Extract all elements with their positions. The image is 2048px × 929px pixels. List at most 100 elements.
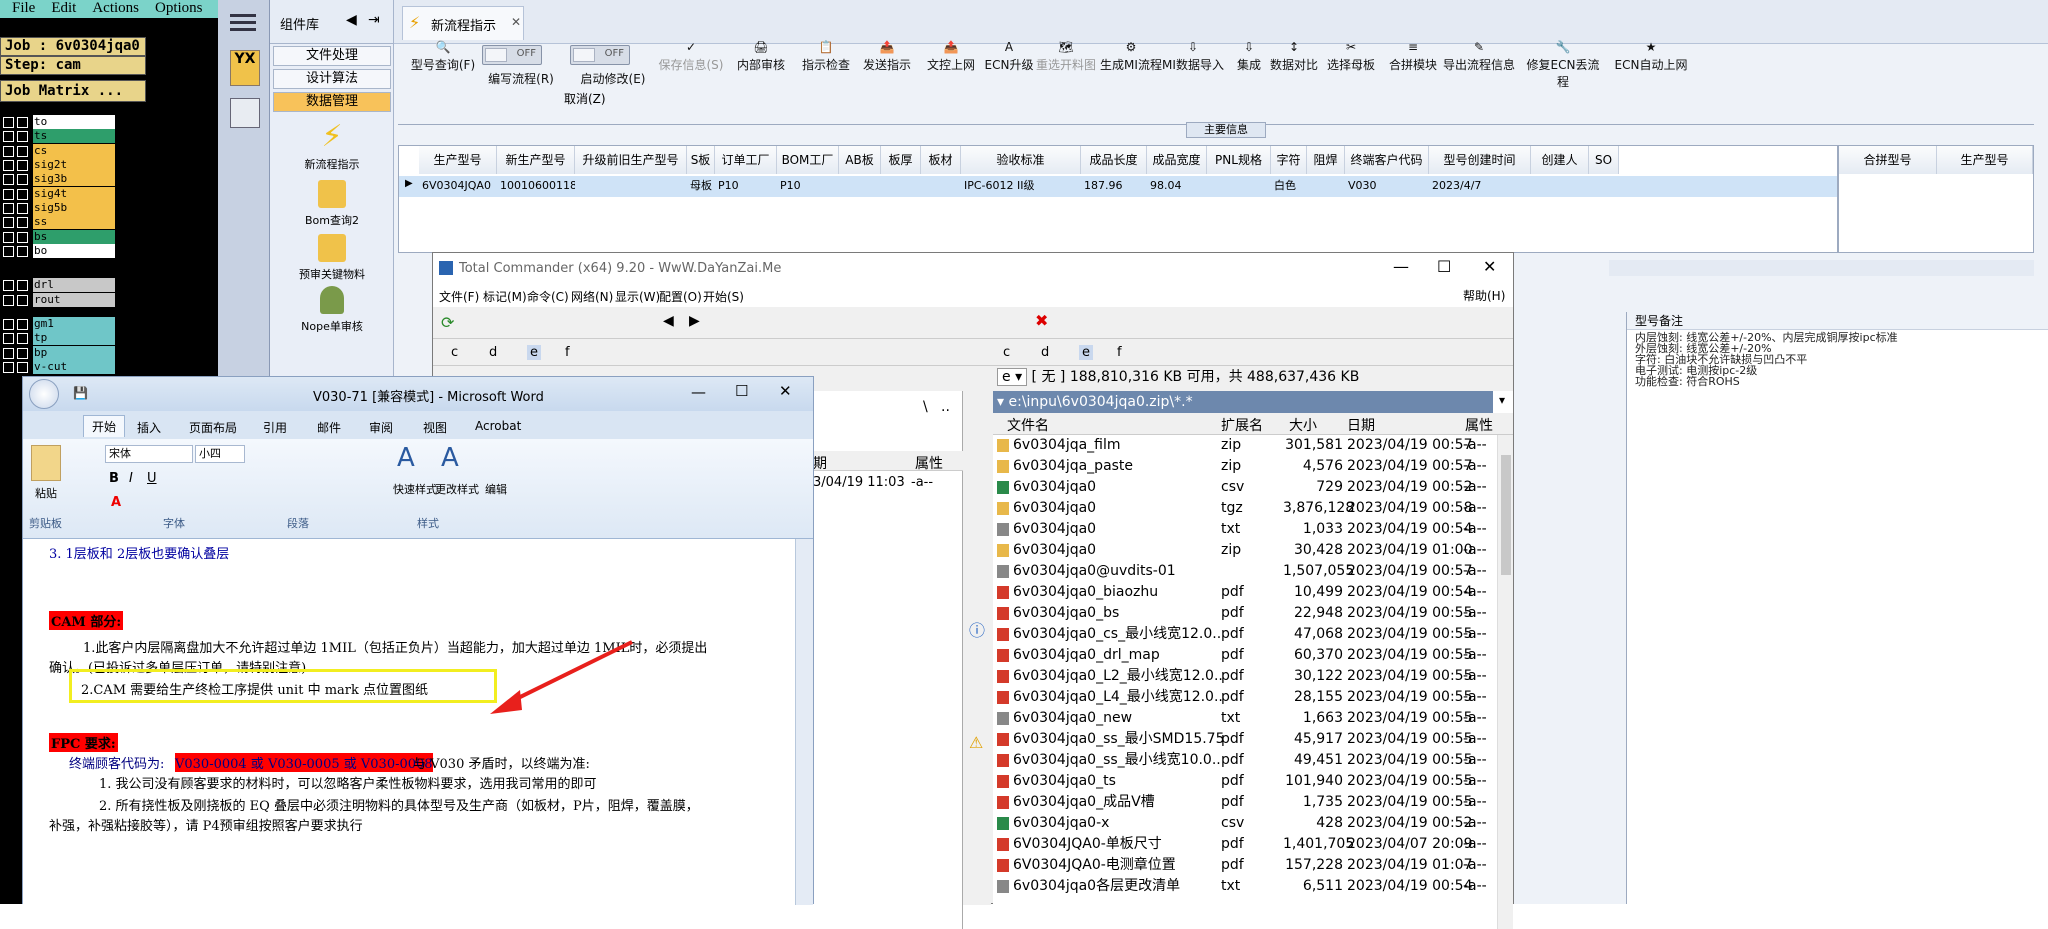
minimize-icon[interactable]: —	[691, 383, 706, 401]
hamburger-icon[interactable]	[230, 12, 256, 32]
tc-menu-item[interactable]: 开始(S)	[703, 288, 744, 305]
drive-button[interactable]: e	[1079, 345, 1093, 360]
layer-checkbox[interactable]	[3, 295, 14, 306]
layer-checkbox[interactable]	[17, 319, 28, 330]
side-item-design[interactable]: 设计算法	[273, 69, 391, 89]
layer-row[interactable]: sig3b	[0, 172, 118, 186]
layer-checkbox[interactable]	[3, 246, 14, 257]
underline-button[interactable]: U	[147, 471, 157, 486]
ribbon-button[interactable]: 🔍 型号查询(F)	[406, 38, 480, 73]
column-header[interactable]: 板厚	[881, 146, 921, 174]
font-color-button[interactable]: A	[111, 495, 121, 510]
tool-prereview[interactable]: 预审关键物料	[270, 234, 394, 282]
ribbon-button[interactable]: ≡ 合拼模块	[1376, 38, 1450, 73]
tc-menu-item[interactable]: 网络(N)	[571, 288, 613, 305]
layer-row[interactable]: sig5b	[0, 201, 118, 215]
drive-button[interactable]: f	[1117, 345, 1122, 360]
word-scrollbar[interactable]	[795, 539, 813, 905]
tool-nope-review[interactable]: Nope单审核	[270, 286, 394, 334]
warning-icon[interactable]: ⚠	[969, 733, 983, 752]
layer-checkbox[interactable]	[3, 174, 14, 185]
ribbon-button[interactable]: 🗺 重选开料图	[1029, 38, 1103, 73]
change-style-icon[interactable]: A	[441, 443, 467, 473]
close-icon[interactable]: ✕	[1483, 257, 1496, 276]
delete-icon[interactable]: ✖	[1035, 311, 1048, 330]
layer-checkbox[interactable]	[3, 232, 14, 243]
paste-icon[interactable]	[31, 445, 61, 481]
tc-menu-item[interactable]: 显示(W)	[615, 288, 660, 305]
file-row[interactable]: 6v0304jqa0_成品V槽 pdf 1,735 2023/04/19 00:55-…	[993, 792, 1513, 813]
layer-row[interactable]: sig4t	[0, 187, 118, 201]
merge-col-1[interactable]: 生产型号	[1937, 146, 2033, 174]
file-row[interactable]: 6v0304jqa0@uvdits-01 1,507,055 2023/04/19 …	[993, 561, 1513, 582]
column-header[interactable]: 升级前旧生产型号	[575, 146, 687, 174]
file-row[interactable]: 6v0304jqa_paste zip 4,576 2023/04/19 00:57-…	[993, 456, 1513, 477]
cancel-button[interactable]: 取消(Z)	[564, 90, 606, 107]
pin-icon[interactable]: ⇥	[368, 12, 380, 28]
ribbon-button[interactable]: ★ ECN自动上网	[1614, 38, 1688, 73]
column-header[interactable]: 阻焊	[1307, 146, 1345, 174]
layer-checkbox[interactable]	[17, 203, 28, 214]
word-document[interactable]: 3. 1层板和 2层板也要确认叠层 CAM 部分: 1.此客户内层隔离盘加大不允…	[23, 539, 795, 905]
tc-path-bar[interactable]: ▾ e:\inpu\6v0304jqa0.zip\*.*	[993, 391, 1493, 413]
file-row[interactable]: 6v0304jqa0 txt 1,033 2023/04/19 00:54 -a--	[993, 519, 1513, 540]
layer-checkbox[interactable]	[17, 362, 28, 373]
column-header[interactable]: BOM工厂	[777, 146, 839, 174]
layer-row[interactable]: drl	[0, 278, 118, 292]
word-tab[interactable]: 审阅	[369, 419, 393, 436]
drive-button[interactable]: c	[451, 345, 458, 360]
layer-row[interactable]: bp	[0, 346, 118, 360]
tc-menu-item[interactable]: 命令(C)	[527, 288, 569, 305]
column-header[interactable]: 订单工厂	[715, 146, 777, 174]
file-row[interactable]: 6v0304jqa0_cs_最小线宽12.0.. pdf 47,068 2023/04…	[993, 624, 1513, 645]
word-tab[interactable]: 页面布局	[189, 419, 237, 436]
layer-checkbox[interactable]	[3, 348, 14, 359]
column-header[interactable]: S板	[687, 146, 715, 174]
side-item-file[interactable]: 文件处理	[273, 46, 391, 66]
word-tab[interactable]: 引用	[263, 419, 287, 436]
save-icon[interactable]: 💾	[73, 386, 88, 400]
layer-checkbox[interactable]	[17, 146, 28, 157]
drive-button[interactable]: c	[1003, 345, 1010, 360]
refresh-icon[interactable]: ⟳	[441, 313, 454, 332]
collapse-icon[interactable]: ◀	[346, 12, 357, 28]
merge-col-0[interactable]: 合拼型号	[1839, 146, 1937, 174]
maximize-icon[interactable]: ☐	[1437, 257, 1451, 276]
layer-row[interactable]: sig2t	[0, 158, 118, 172]
drive-button[interactable]: d	[1041, 345, 1049, 360]
file-row[interactable]: 6V0304JQA0-单板尺寸 pdf 1,401,705 2023/04/07 20…	[993, 834, 1513, 855]
drive-button[interactable]: f	[565, 345, 570, 360]
word-tab[interactable]: 开始	[83, 415, 126, 437]
layer-checkbox[interactable]	[17, 117, 28, 128]
tc-column-header[interactable]: 文件名	[1007, 415, 1049, 435]
italic-button[interactable]: I	[129, 471, 133, 486]
ribbon-button[interactable]: 🖨 内部审核	[724, 38, 798, 73]
layer-checkbox[interactable]	[17, 246, 28, 257]
layer-checkbox[interactable]	[3, 217, 14, 228]
maximize-icon[interactable]: ☐	[735, 382, 748, 400]
layer-row[interactable]: ts	[0, 129, 118, 143]
layer-checkbox[interactable]	[3, 117, 14, 128]
file-row[interactable]: 6v0304jqa0_drl_map pdf 60,370 2023/04/19 00…	[993, 645, 1513, 666]
tc-menu-item[interactable]: 标记(M)	[483, 288, 527, 305]
close-icon[interactable]: ✕	[779, 382, 792, 400]
file-row[interactable]: 6v0304jqa_film zip 301,581 2023/04/19 00:57…	[993, 435, 1513, 456]
close-icon[interactable]: ✕	[511, 15, 521, 29]
tool-bom-query[interactable]: Bom查询2	[270, 180, 394, 228]
drive-button[interactable]: e	[527, 345, 541, 360]
column-header[interactable]: 终端客户代码	[1345, 146, 1429, 174]
bold-button[interactable]: B	[109, 471, 119, 486]
layer-checkbox[interactable]	[3, 189, 14, 200]
file-row[interactable]: 6v0304jqa0_L4_最小线宽12.0.. pdf 28,155 2023/04…	[993, 687, 1513, 708]
column-header[interactable]: 生产型号	[419, 146, 497, 174]
file-row[interactable]: 6v0304jqa0_ts pdf 101,940 2023/04/19 00:55-…	[993, 771, 1513, 792]
tools-icon[interactable]	[230, 98, 260, 128]
layer-checkbox[interactable]	[17, 333, 28, 344]
layer-checkbox[interactable]	[3, 203, 14, 214]
column-header[interactable]: 创建人	[1531, 146, 1589, 174]
file-row[interactable]: 6v0304jqa0_ss_最小线宽10.0.. pdf 49,451 2023/04…	[993, 750, 1513, 771]
tool-new-flow[interactable]: ⚡ 新流程指示	[270, 118, 394, 172]
layer-row[interactable]: tp	[0, 331, 118, 345]
tc-help[interactable]: 帮助(H)	[1463, 287, 1505, 304]
layer-checkbox[interactable]	[17, 348, 28, 359]
